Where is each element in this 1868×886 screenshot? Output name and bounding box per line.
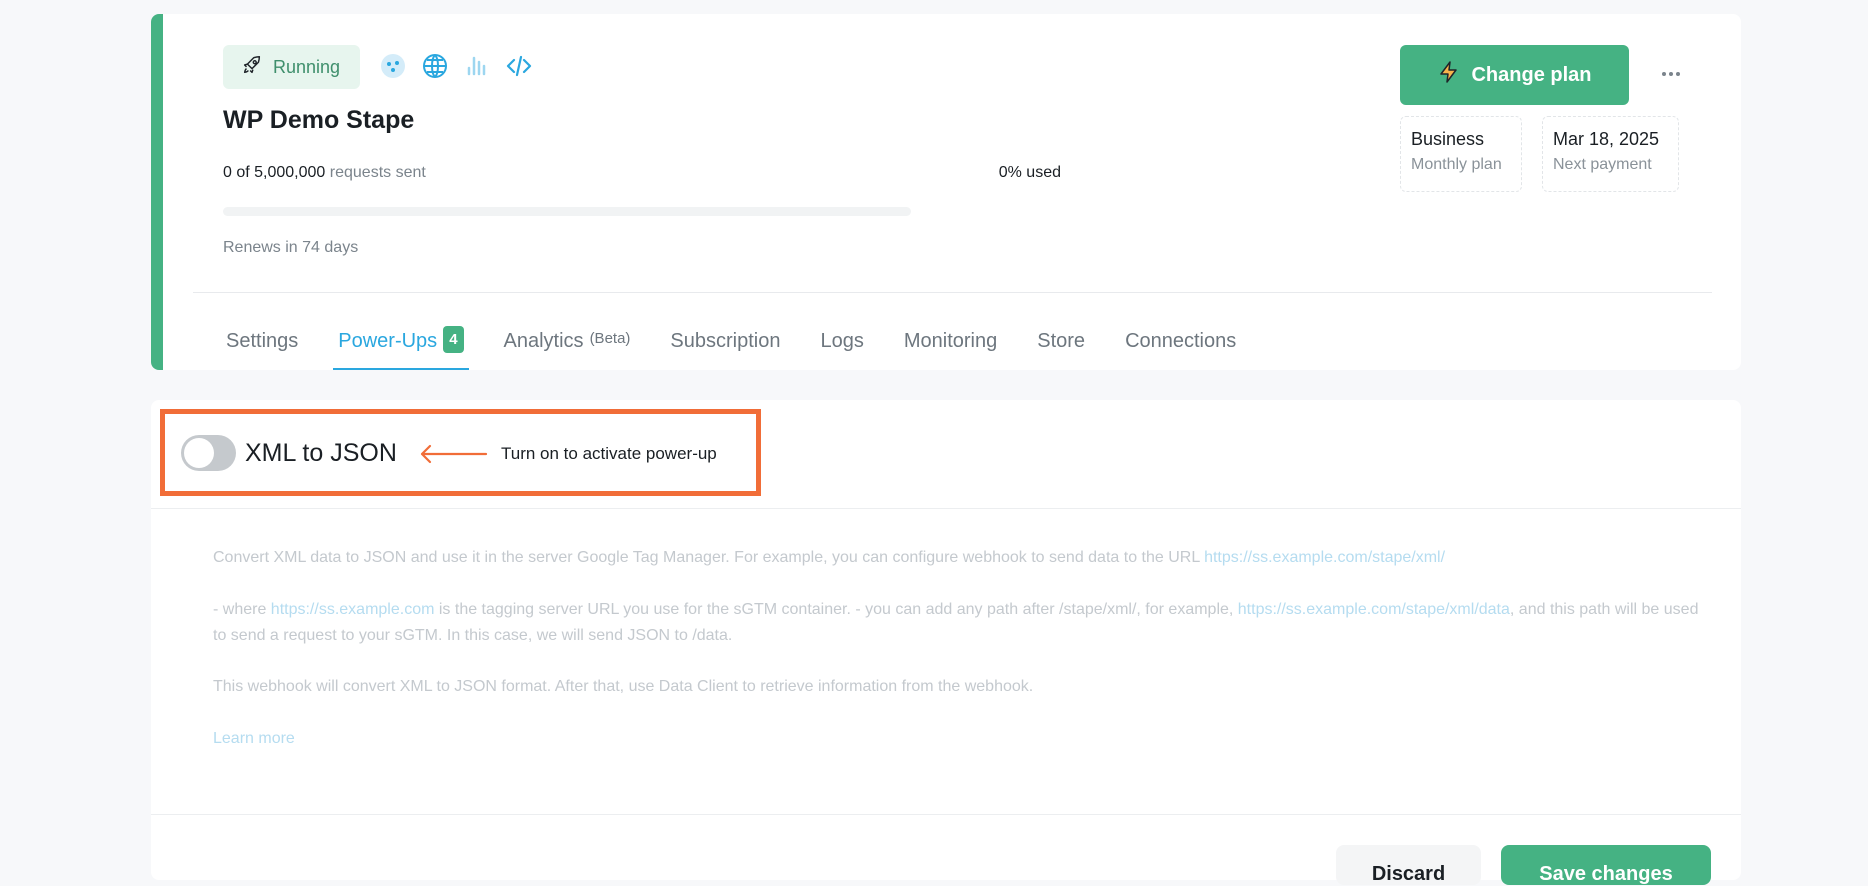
example-url-link[interactable]: https://ss.example.com/stape/xml/ [1204,549,1445,566]
save-changes-button[interactable]: Save changes [1501,845,1711,885]
discard-button[interactable]: Discard [1336,845,1481,885]
status-badge: Running [223,45,361,89]
tab-label: Settings [226,330,299,352]
tab-label: Monitoring [903,330,998,352]
learn-more-row: Learn more [213,726,1703,752]
card-divider [151,508,1741,509]
description-text: is the tagging server URL you use for th… [434,601,1238,618]
header-divider [193,292,1712,293]
lightning-icon [1437,60,1461,90]
cluster-icon[interactable] [378,51,408,81]
tab-label: Logs [820,330,864,352]
change-plan-button[interactable]: Change plan [1400,45,1629,105]
description-text: Convert XML data to JSON and use it in t… [213,549,1205,566]
tab-settings[interactable]: Settings [221,310,303,370]
change-plan-label: Change plan [1471,63,1592,86]
tab-subscription[interactable]: Subscription [665,310,785,370]
usage-percent: 0% used [998,164,1061,181]
powerup-hint: Turn on to activate power-up [501,444,717,463]
tab-monitoring[interactable]: Monitoring [899,310,1002,370]
signal-icon[interactable] [462,51,492,81]
tab-power-ups[interactable]: Power-Ups 4 [333,310,469,370]
plan-info: Business Monthly plan [1400,116,1522,192]
code-icon[interactable] [504,51,534,81]
usage-text: 0 of 5,000,000 requests sent [223,164,426,182]
tab-store[interactable]: Store [1032,310,1090,370]
next-payment-label: Next payment [1553,156,1652,173]
toggle-knob [184,438,214,468]
description-paragraph-1: Convert XML data to JSON and use it in t… [213,545,1703,571]
usage-sent: 0 of 5,000,000 [223,164,326,181]
tab-analytics[interactable]: Analytics (Beta) [499,310,636,370]
description-paragraph-3: This webhook will convert XML to JSON fo… [213,678,1034,695]
tab-label: Connections [1125,330,1237,352]
usage-suffix: requests sent [329,164,426,181]
description-text: - where [213,601,271,618]
more-options-icon[interactable] [1657,62,1685,86]
tab-label: Subscription [670,330,781,352]
tab-connections[interactable]: Connections [1120,310,1241,370]
tab-label: Analytics [503,330,584,352]
tab-bar: Settings Power-Ups 4 Analytics (Beta) Su… [221,310,1241,370]
example-path-link[interactable]: https://ss.example.com/stape/xml/data [1238,601,1510,618]
beta-badge: (Beta) [589,330,631,347]
usage-progress-bar [223,207,911,216]
next-payment-info: Mar 18, 2025 Next payment [1542,116,1679,192]
plan-name: Business [1411,129,1485,149]
status-label: Running [273,56,341,77]
renews-text: Renews in 74 days [223,239,359,256]
powerup-title: XML to JSON [245,439,397,467]
arrow-left-icon [420,444,488,464]
plan-period: Monthly plan [1411,156,1502,173]
tab-label: Store [1037,330,1086,352]
learn-more-link[interactable]: Learn more [213,730,295,747]
powerup-toggle[interactable] [181,435,236,471]
tab-logs[interactable]: Logs [815,310,868,370]
tab-label: Power-Ups [338,330,438,352]
container-name: WP Demo Stape [223,106,415,134]
tagging-server-url-link[interactable]: https://ss.example.com [271,601,435,618]
footer-divider [151,814,1741,815]
globe-icon[interactable] [420,51,450,81]
rocket-icon [241,54,263,81]
status-accent-bar [151,14,163,370]
description-paragraph-2: - where https://ss.example.com is the ta… [213,597,1703,649]
next-payment-date: Mar 18, 2025 [1553,129,1660,149]
container-card: Running WP Demo Stape 0 of 5,000,000 req… [151,14,1741,370]
power-ups-count-badge: 4 [443,326,464,353]
feature-icons [378,51,534,81]
